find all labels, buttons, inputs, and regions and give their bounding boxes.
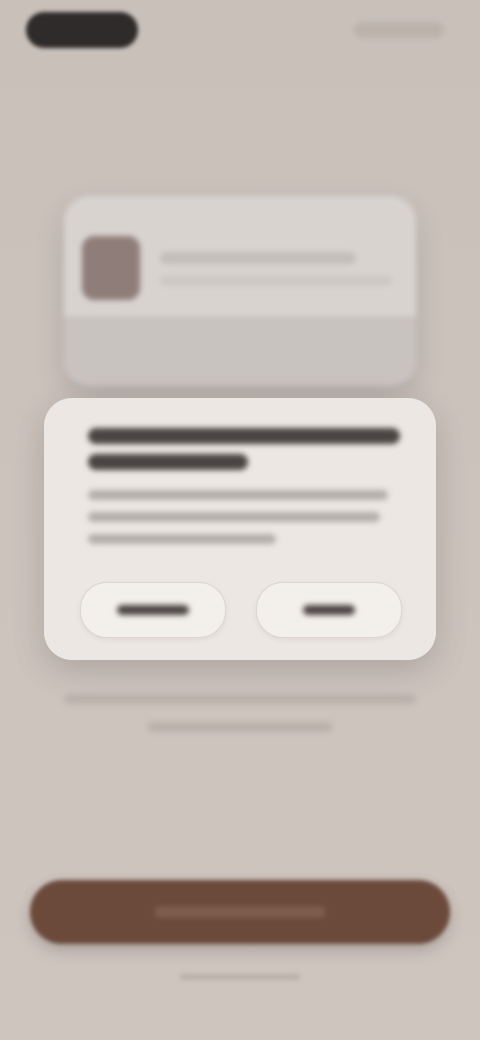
dialog-body-line xyxy=(88,534,276,544)
preview-card-footer xyxy=(64,316,416,386)
dialog-secondary-button-label xyxy=(117,605,189,615)
caption-line xyxy=(148,722,332,732)
continue-button-label xyxy=(154,906,326,918)
top-right-link[interactable] xyxy=(354,22,444,38)
dialog-body-line xyxy=(88,512,380,522)
app-screen xyxy=(0,0,480,1040)
confirmation-dialog xyxy=(44,398,436,660)
dialog-secondary-button[interactable] xyxy=(80,582,226,638)
dialog-title-line xyxy=(88,428,400,444)
preview-subtitle-placeholder xyxy=(160,276,392,286)
dialog-primary-button-label xyxy=(303,605,355,615)
dialog-body-line xyxy=(88,490,388,500)
preview-title-placeholder xyxy=(160,252,356,264)
dialog-primary-button[interactable] xyxy=(256,582,402,638)
caption-line xyxy=(64,694,416,704)
continue-button[interactable] xyxy=(30,880,450,944)
dialog-title-line xyxy=(88,454,248,470)
top-left-button[interactable] xyxy=(26,12,138,48)
home-indicator xyxy=(180,974,300,980)
image-thumbnail-icon xyxy=(82,236,140,300)
preview-card xyxy=(64,196,416,386)
